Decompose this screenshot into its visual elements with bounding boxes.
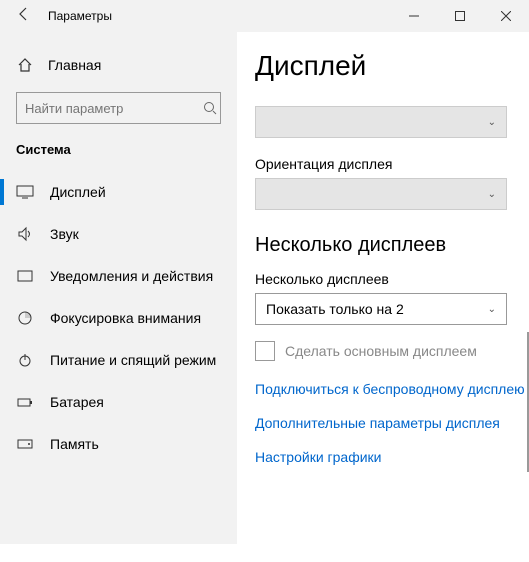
sidebar-item-power[interactable]: Питание и спящий режим bbox=[0, 339, 237, 381]
display-icon bbox=[16, 183, 34, 201]
sidebar-item-battery[interactable]: Батарея bbox=[0, 381, 237, 423]
power-icon bbox=[16, 351, 34, 369]
orientation-dropdown[interactable]: ⌄ bbox=[255, 178, 507, 210]
category-header: Система bbox=[0, 142, 237, 171]
checkbox-label: Сделать основным дисплеем bbox=[285, 343, 477, 359]
battery-icon bbox=[16, 393, 34, 411]
sidebar-item-display[interactable]: Дисплей bbox=[0, 171, 237, 213]
nav-label: Звук bbox=[50, 226, 79, 242]
link-advanced-display[interactable]: Дополнительные параметры дисплея bbox=[255, 415, 529, 431]
home-icon bbox=[16, 56, 34, 74]
multi-display-label: Несколько дисплеев bbox=[255, 271, 529, 287]
main-panel: Дисплей ⌄ Ориентация дисплея ⌄ Несколько… bbox=[237, 32, 529, 544]
notifications-icon bbox=[16, 267, 34, 285]
focus-icon bbox=[16, 309, 34, 327]
nav-label: Питание и спящий режим bbox=[50, 352, 216, 368]
chevron-down-icon: ⌄ bbox=[488, 189, 496, 200]
search-icon bbox=[201, 99, 219, 117]
sound-icon bbox=[16, 225, 34, 243]
link-wireless-display[interactable]: Подключиться к беспроводному дисплею bbox=[255, 381, 529, 397]
storage-icon bbox=[16, 435, 34, 453]
maximize-button[interactable] bbox=[437, 0, 483, 32]
home-label: Главная bbox=[48, 57, 101, 73]
nav-label: Память bbox=[50, 436, 99, 452]
multi-display-select[interactable]: Показать только на 2 ⌄ bbox=[255, 293, 507, 325]
chevron-down-icon: ⌄ bbox=[488, 117, 496, 128]
link-graphics-settings[interactable]: Настройки графики bbox=[255, 449, 529, 465]
minimize-button[interactable] bbox=[391, 0, 437, 32]
chevron-down-icon: ⌄ bbox=[488, 304, 496, 315]
sidebar-item-focus[interactable]: Фокусировка внимания bbox=[0, 297, 237, 339]
sidebar-item-storage[interactable]: Память bbox=[0, 423, 237, 465]
search-input[interactable] bbox=[25, 101, 201, 116]
close-button[interactable] bbox=[483, 0, 529, 32]
orientation-label: Ориентация дисплея bbox=[255, 156, 529, 172]
window-title: Параметры bbox=[48, 9, 112, 23]
home-nav[interactable]: Главная bbox=[0, 46, 237, 84]
sidebar: Главная Система Дисплей Звук Уведомления… bbox=[0, 32, 237, 544]
page-heading: Дисплей bbox=[255, 50, 529, 82]
sidebar-item-notifications[interactable]: Уведомления и действия bbox=[0, 255, 237, 297]
scale-dropdown[interactable]: ⌄ bbox=[255, 106, 507, 138]
back-button[interactable] bbox=[0, 6, 48, 27]
nav-label: Фокусировка внимания bbox=[50, 310, 201, 326]
multi-display-heading: Несколько дисплеев bbox=[255, 234, 529, 257]
nav-label: Уведомления и действия bbox=[50, 268, 213, 284]
nav-label: Батарея bbox=[50, 394, 104, 410]
nav-label: Дисплей bbox=[50, 184, 106, 200]
sidebar-item-sound[interactable]: Звук bbox=[0, 213, 237, 255]
checkbox[interactable] bbox=[255, 341, 275, 361]
primary-display-checkbox-row[interactable]: Сделать основным дисплеем bbox=[255, 341, 529, 361]
search-box[interactable] bbox=[16, 92, 221, 124]
select-value: Показать только на 2 bbox=[266, 301, 404, 317]
